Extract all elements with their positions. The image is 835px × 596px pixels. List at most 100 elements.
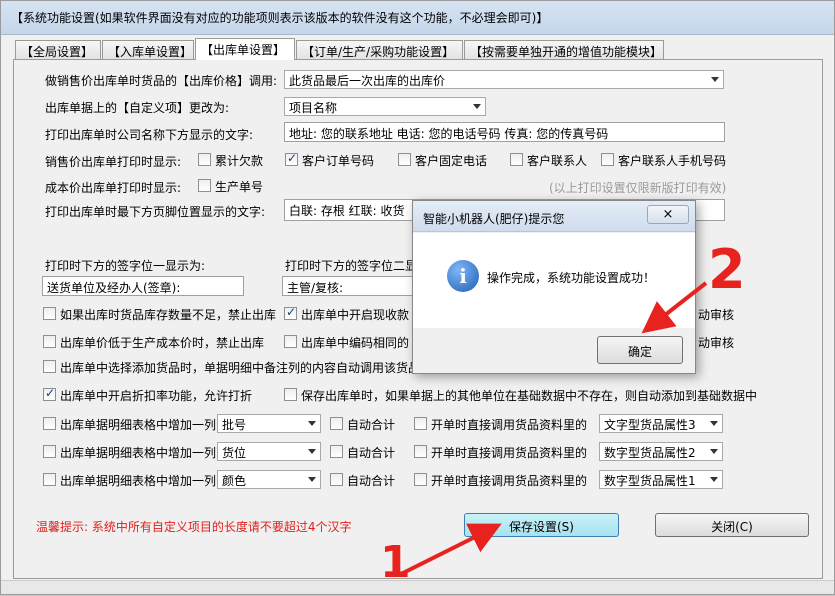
checkbox-box bbox=[414, 445, 427, 458]
tab-global[interactable]: 【全局设置】 bbox=[15, 40, 101, 59]
checkbox-auto-sum-2[interactable]: 自动合计 bbox=[330, 444, 395, 461]
checkbox-box bbox=[330, 473, 343, 486]
chevron-down-icon bbox=[473, 104, 481, 109]
checkbox-box bbox=[414, 417, 427, 430]
print-note: (以上打印设置仅限新版打印有效) bbox=[549, 181, 727, 195]
checkbox-label: 累计欠款 bbox=[215, 154, 264, 168]
checkbox-auto-sum-3[interactable]: 自动合计 bbox=[330, 472, 395, 489]
attr-select-2[interactable]: 数字型货品属性2 bbox=[599, 442, 723, 461]
checkbox-box bbox=[601, 153, 614, 166]
checkbox-box bbox=[284, 388, 297, 401]
checkbox-box bbox=[414, 473, 427, 486]
checkbox-direct-call-2[interactable]: 开单时直接调用货品资料里的 bbox=[414, 444, 587, 461]
checkbox-direct-call-3[interactable]: 开单时直接调用货品资料里的 bbox=[414, 472, 587, 489]
company-label: 打印出库单时公司名称下方显示的文字: bbox=[45, 128, 254, 142]
checkbox-remark[interactable]: 出库单中选择添加货品时，单据明细中备注列的内容自动调用该货品 bbox=[43, 359, 420, 376]
checkbox-direct-call-1[interactable]: 开单时直接调用货品资料里的 bbox=[414, 416, 587, 433]
checkbox-label: 开单时直接调用货品资料里的 bbox=[431, 474, 588, 488]
checkbox-label: 出库单据明细表格中增加一列 bbox=[60, 418, 217, 432]
close-icon[interactable]: × bbox=[647, 205, 689, 224]
chevron-down-icon bbox=[710, 421, 718, 426]
price-select[interactable]: 此货品最后一次出库的出库价 bbox=[284, 70, 724, 89]
chevron-down-icon bbox=[710, 477, 718, 482]
checkbox-label: 如果出库时货品库存数量不足，禁止出库 bbox=[60, 308, 277, 322]
footer-label: 打印出库单时最下方页脚位置显示的文字: bbox=[45, 205, 266, 219]
checkbox-phone[interactable]: 客户固定电话 bbox=[398, 152, 487, 169]
checkbox-below-cost[interactable]: 出库单价低于生产成本价时，禁止出库 bbox=[43, 334, 264, 351]
dialog-body: i 操作完成，系统功能设置成功！ bbox=[413, 233, 695, 328]
attr-select-1[interactable]: 文字型货品属性3 bbox=[599, 414, 723, 433]
checkbox-debt[interactable]: 累计欠款 bbox=[198, 152, 263, 169]
column-field-select-2[interactable]: 货位 bbox=[217, 442, 321, 461]
checkbox-production-no[interactable]: 生产单号 bbox=[198, 178, 263, 195]
checkbox-auto-add-unit[interactable]: 保存出库单时，如果单据上的其他单位在基础数据中不存在，则自动添加到基础数据中 bbox=[284, 387, 757, 404]
horizontal-scrollbar[interactable] bbox=[1, 580, 834, 594]
checkbox-box bbox=[284, 335, 297, 348]
auto-audit-text-1: 动审核 bbox=[698, 308, 735, 322]
checkbox-same-code[interactable]: 出库单中编码相同的 bbox=[284, 334, 409, 351]
checkbox-label: 出库单中开启折扣率功能，允许打折 bbox=[60, 389, 253, 403]
company-input[interactable]: 地址: 您的联系地址 电话: 您的电话号码 传真: 您的传真号码 bbox=[284, 122, 725, 142]
save-button[interactable]: 保存设置(S) bbox=[464, 513, 619, 537]
checkbox-mobile[interactable]: 客户联系人手机号码 bbox=[601, 152, 726, 169]
checkbox-label: 出库单中开启现收款 bbox=[301, 308, 410, 322]
checkbox-discount[interactable]: 出库单中开启折扣率功能，允许打折 bbox=[43, 386, 253, 404]
attr-select-3[interactable]: 数字型货品属性1 bbox=[599, 470, 723, 489]
chevron-down-icon bbox=[710, 449, 718, 454]
sign1-input[interactable]: 送货单位及经办人(签章): bbox=[42, 276, 244, 296]
tab-order[interactable]: 【订单/生产/采购功能设置】 bbox=[296, 40, 463, 59]
checkbox-box bbox=[330, 445, 343, 458]
checkbox-box bbox=[43, 445, 56, 458]
checkbox-box bbox=[198, 179, 211, 192]
dialog-message: 操作完成，系统功能设置成功！ bbox=[487, 271, 656, 285]
chevron-down-icon bbox=[711, 77, 719, 82]
checkbox-add-column-2[interactable]: 出库单据明细表格中增加一列 bbox=[43, 444, 216, 461]
checkbox-label: 自动合计 bbox=[347, 474, 396, 488]
settings-window: 【系统功能设置(如果软件界面没有对应的功能项则表示该版本的软件没有这个功能，不必… bbox=[0, 0, 835, 595]
hint-text: 温馨提示: 系统中所有自定义项目的长度请不要超过4个汉字 bbox=[36, 520, 352, 534]
close-button[interactable]: 关闭(C) bbox=[655, 513, 809, 537]
message-dialog: 智能小机器人(肥仔)提示您 × i 操作完成，系统功能设置成功！ 确定 bbox=[412, 200, 696, 374]
checkbox-order-no[interactable]: 客户订单号码 bbox=[285, 151, 375, 169]
checkbox-box bbox=[284, 305, 297, 320]
custom-select-value: 项目名称 bbox=[289, 101, 338, 115]
checkbox-box bbox=[398, 153, 411, 166]
column-field-value: 批号 bbox=[222, 418, 247, 432]
checkbox-box bbox=[43, 417, 56, 430]
auto-audit-text-2: 动审核 bbox=[698, 336, 735, 350]
checkbox-contact[interactable]: 客户联系人 bbox=[510, 152, 587, 169]
tab-outbound[interactable]: 【出库单设置】 bbox=[195, 38, 295, 60]
sign2-input[interactable]: 主管/复核: bbox=[282, 276, 422, 296]
checkbox-auto-sum-1[interactable]: 自动合计 bbox=[330, 416, 395, 433]
column-field-select-3[interactable]: 颜色 bbox=[217, 470, 321, 489]
checkbox-label: 客户联系人 bbox=[527, 154, 588, 168]
custom-select[interactable]: 项目名称 bbox=[284, 97, 486, 116]
checkbox-label: 出库单据明细表格中增加一列 bbox=[60, 446, 217, 460]
checkbox-label: 自动合计 bbox=[347, 446, 396, 460]
checkbox-add-column-3[interactable]: 出库单据明细表格中增加一列 bbox=[43, 472, 216, 489]
tab-inbound[interactable]: 【入库单设置】 bbox=[102, 40, 194, 59]
checkbox-label: 开单时直接调用货品资料里的 bbox=[431, 446, 588, 460]
sign1-label: 打印时下方的签字位一显示为: bbox=[45, 259, 206, 273]
checkbox-label: 客户订单号码 bbox=[302, 154, 375, 168]
checkbox-box bbox=[43, 360, 56, 373]
checkbox-label: 客户联系人手机号码 bbox=[618, 154, 727, 168]
cost-print-label: 成本价出库单打印时显示: bbox=[45, 181, 182, 195]
checkbox-add-column-1[interactable]: 出库单据明细表格中增加一列 bbox=[43, 416, 216, 433]
price-select-value: 此货品最后一次出库的出库价 bbox=[289, 74, 446, 88]
chevron-down-icon bbox=[308, 477, 316, 482]
checkbox-label: 出库单中选择添加货品时，单据明细中备注列的内容自动调用该货品 bbox=[60, 361, 421, 375]
tab-addon[interactable]: 【按需要单独开通的增值功能模块】 bbox=[464, 40, 664, 59]
checkbox-label: 开单时直接调用货品资料里的 bbox=[431, 418, 588, 432]
attr-value: 数字型货品属性2 bbox=[604, 446, 696, 460]
column-field-select-1[interactable]: 批号 bbox=[217, 414, 321, 433]
checkbox-label: 出库单中编码相同的 bbox=[301, 336, 410, 350]
sign2-label: 打印时下方的签字位二显 bbox=[285, 259, 418, 273]
checkbox-block-stock[interactable]: 如果出库时货品库存数量不足，禁止出库 bbox=[43, 306, 276, 323]
checkbox-cash[interactable]: 出库单中开启现收款 bbox=[284, 305, 410, 323]
window-title: 【系统功能设置(如果软件界面没有对应的功能项则表示该版本的软件没有这个功能，不必… bbox=[1, 1, 834, 35]
checkbox-box bbox=[330, 417, 343, 430]
checkbox-label: 生产单号 bbox=[215, 180, 264, 194]
chevron-down-icon bbox=[308, 421, 316, 426]
ok-button[interactable]: 确定 bbox=[597, 336, 683, 364]
